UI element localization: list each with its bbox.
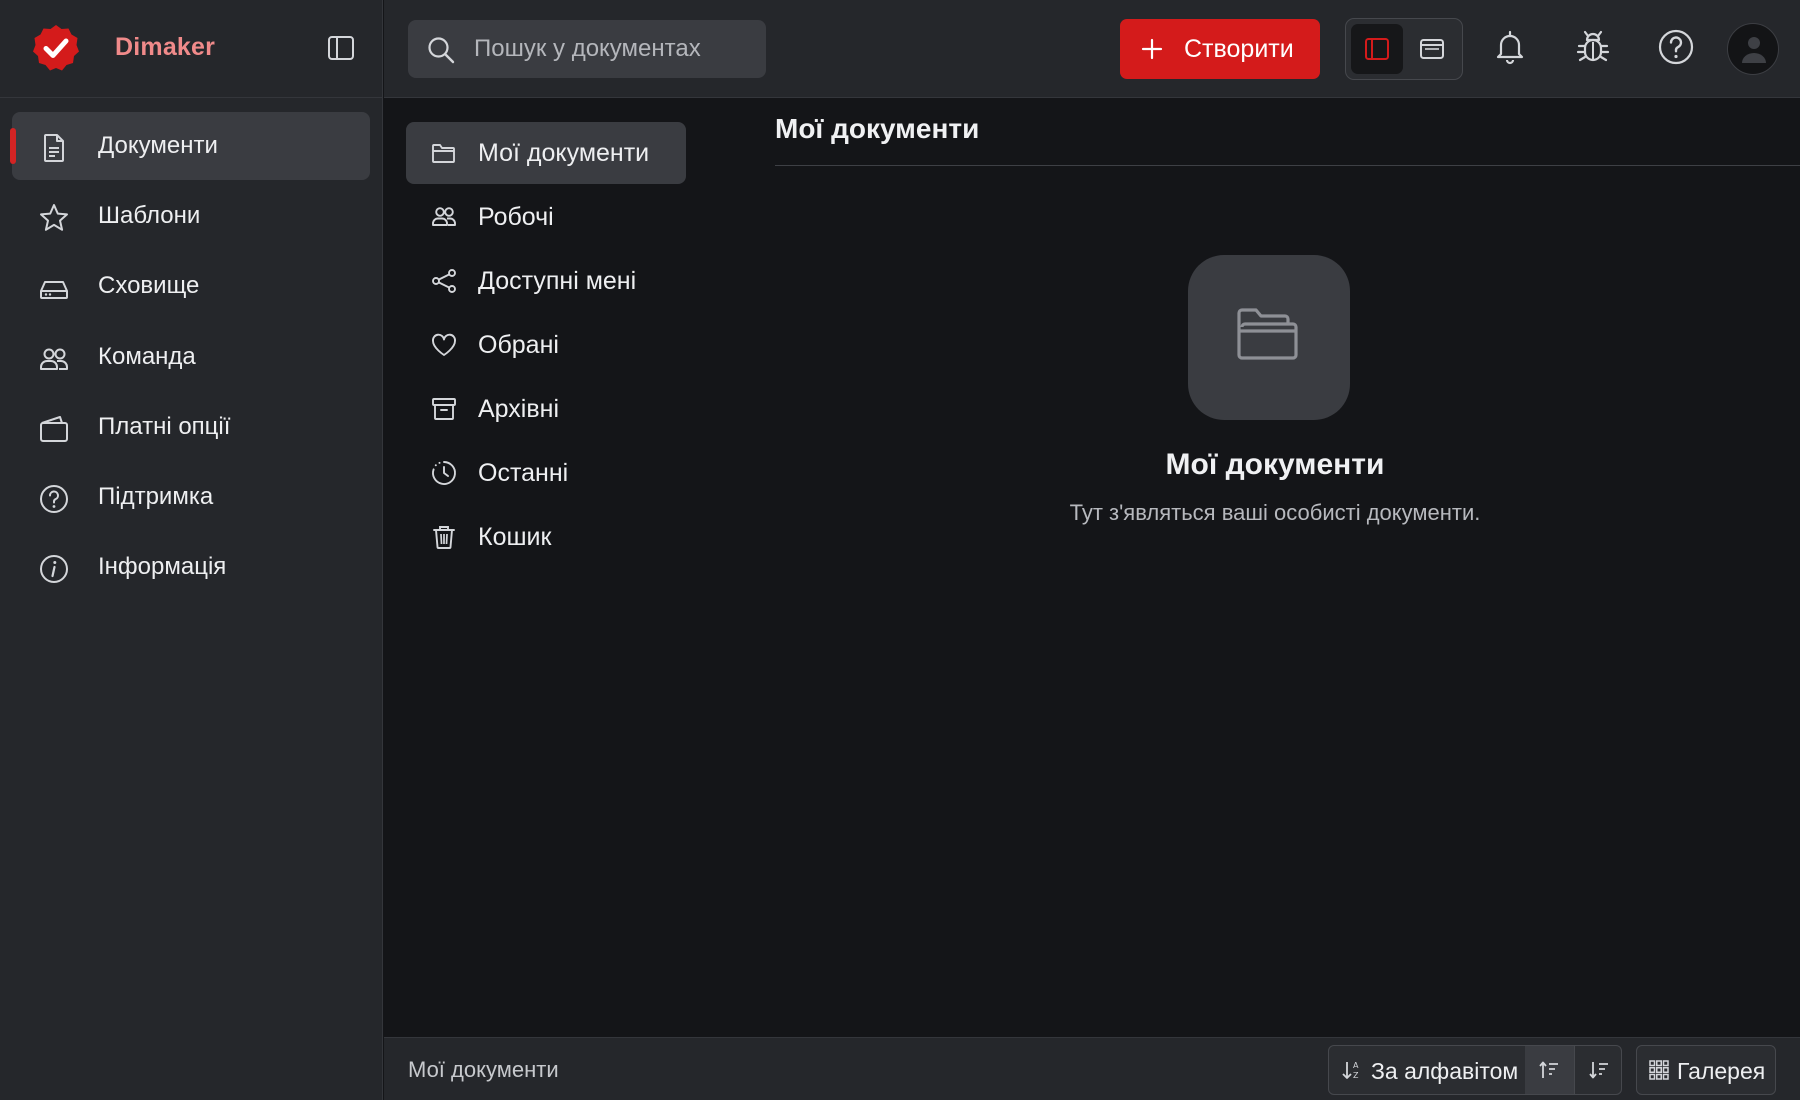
current-location: Мої документи (408, 1057, 559, 1082)
sidebar-item-info[interactable]: Інформація (12, 533, 370, 601)
trash-icon (433, 526, 455, 549)
sort-az-icon: A Z (1342, 1061, 1359, 1080)
sidebar-item-label: Команда (98, 342, 196, 370)
create-button[interactable]: Створити (1120, 19, 1320, 79)
folder-item-shared-with-me[interactable]: Доступні мені (406, 250, 686, 312)
bug-report-button[interactable] (1573, 27, 1613, 67)
folder-item-label: Останні (478, 459, 569, 487)
empty-state-title: Мої документи (1165, 448, 1385, 481)
search-box[interactable] (408, 20, 766, 78)
brand-header: Dimaker (0, 0, 383, 98)
sidebar-item-label: Документи (98, 132, 218, 159)
sort-ascending-button[interactable] (1525, 1046, 1574, 1094)
layout-toggle (1345, 18, 1463, 80)
folder-item-label: Доступні мені (478, 267, 637, 295)
sidebar-toggle-icon (328, 36, 354, 60)
user-icon (1742, 37, 1766, 63)
window-layout-icon (1420, 39, 1444, 59)
clock-icon (432, 461, 456, 485)
folder-item-my-documents[interactable]: Мої документи (406, 122, 686, 184)
archive-icon (432, 398, 456, 420)
svg-text:A: A (1353, 1061, 1359, 1070)
question-icon (1658, 29, 1694, 65)
notifications-button[interactable] (1490, 27, 1530, 67)
sort-controls: A Z За алфавітом (1328, 1045, 1622, 1095)
sidebar-item-label: Шаблони (98, 202, 201, 230)
sidebar: Dimaker Документи Шаблони Сховище Команд… (0, 0, 383, 1100)
folder-item-label: Архівні (478, 395, 559, 423)
folder-item-recent[interactable]: Останні (406, 442, 686, 504)
info-icon (40, 555, 68, 584)
folder-item-trash[interactable]: Кошик (406, 506, 686, 568)
heart-icon (432, 333, 456, 356)
sidebar-item-support[interactable]: Підтримка (12, 463, 370, 531)
folder-item-work[interactable]: Робочі (406, 186, 686, 248)
sidebar-item-templates[interactable]: Шаблони (12, 182, 370, 250)
grid-icon (1649, 1060, 1669, 1080)
sidebar-item-storage[interactable]: Сховище (12, 252, 370, 320)
share-icon (432, 269, 456, 293)
sidebar-item-label: Сховище (98, 272, 200, 300)
main-nav: Документи Шаблони Сховище Команда Платні… (10, 112, 370, 603)
document-icon (44, 134, 64, 162)
empty-state-subtitle: Тут з'являться ваші особисті документи. (1069, 500, 1481, 525)
sort-descending-icon (1589, 1062, 1608, 1079)
team-icon (40, 348, 68, 370)
sidebar-item-documents[interactable]: Документи (10, 112, 370, 180)
folder-item-favorites[interactable]: Обрані (406, 314, 686, 376)
user-avatar[interactable] (1727, 23, 1779, 75)
empty-state-illustration (1188, 255, 1350, 420)
sort-label: За алфавітом (1371, 1058, 1519, 1084)
layout-window-option[interactable] (1406, 24, 1458, 74)
page-title: Мої документи (775, 113, 980, 144)
folder-item-archived[interactable]: Архівні (406, 378, 686, 440)
wallet-icon (40, 415, 68, 442)
bug-icon (1576, 30, 1610, 62)
folder-nav: Мої документи Робочі Доступні мені Обран… (406, 122, 686, 570)
create-button-label: Створити (1184, 34, 1294, 63)
folder-item-label: Робочі (478, 203, 554, 231)
plus-icon (1141, 38, 1163, 60)
sidebar-item-label: Інформація (98, 553, 227, 581)
layout-sidebar-option[interactable] (1351, 24, 1403, 74)
folder-open-icon (1237, 308, 1298, 360)
gallery-label: Галерея (1677, 1058, 1766, 1084)
help-icon (40, 484, 68, 513)
help-button[interactable] (1656, 27, 1696, 67)
folder-icon (432, 144, 455, 163)
search-icon (428, 37, 455, 64)
status-bar: Мої документи A Z За алфавітом Галерея (384, 1037, 1800, 1100)
svg-text:Z: Z (1353, 1071, 1359, 1080)
users-icon (432, 207, 456, 226)
sidebar-layout-icon (1365, 38, 1389, 60)
top-bar: Створити (384, 0, 1800, 98)
star-icon (40, 204, 68, 231)
sort-ascending-icon (1539, 1061, 1558, 1078)
sidebar-item-label: Платні опції (98, 412, 231, 440)
storage-icon (40, 281, 68, 300)
bell-icon (1496, 30, 1524, 65)
brand-name: Dimaker (115, 33, 216, 61)
sidebar-item-team[interactable]: Команда (12, 323, 370, 391)
sidebar-item-paid-options[interactable]: Платні опції (12, 393, 370, 461)
sort-alphabetical-button[interactable]: A Z За алфавітом (1329, 1046, 1525, 1094)
gallery-view-button[interactable]: Галерея (1636, 1045, 1776, 1095)
folder-item-label: Кошик (478, 523, 552, 551)
sidebar-item-label: Підтримка (98, 482, 214, 510)
folder-item-label: Обрані (478, 331, 559, 359)
search-input[interactable] (474, 20, 754, 78)
logo-badge-icon (33, 25, 79, 71)
collapse-sidebar-button[interactable] (326, 34, 356, 62)
sort-descending-button[interactable] (1574, 1046, 1621, 1094)
title-divider (775, 165, 1800, 166)
folder-item-label: Мої документи (478, 139, 650, 167)
